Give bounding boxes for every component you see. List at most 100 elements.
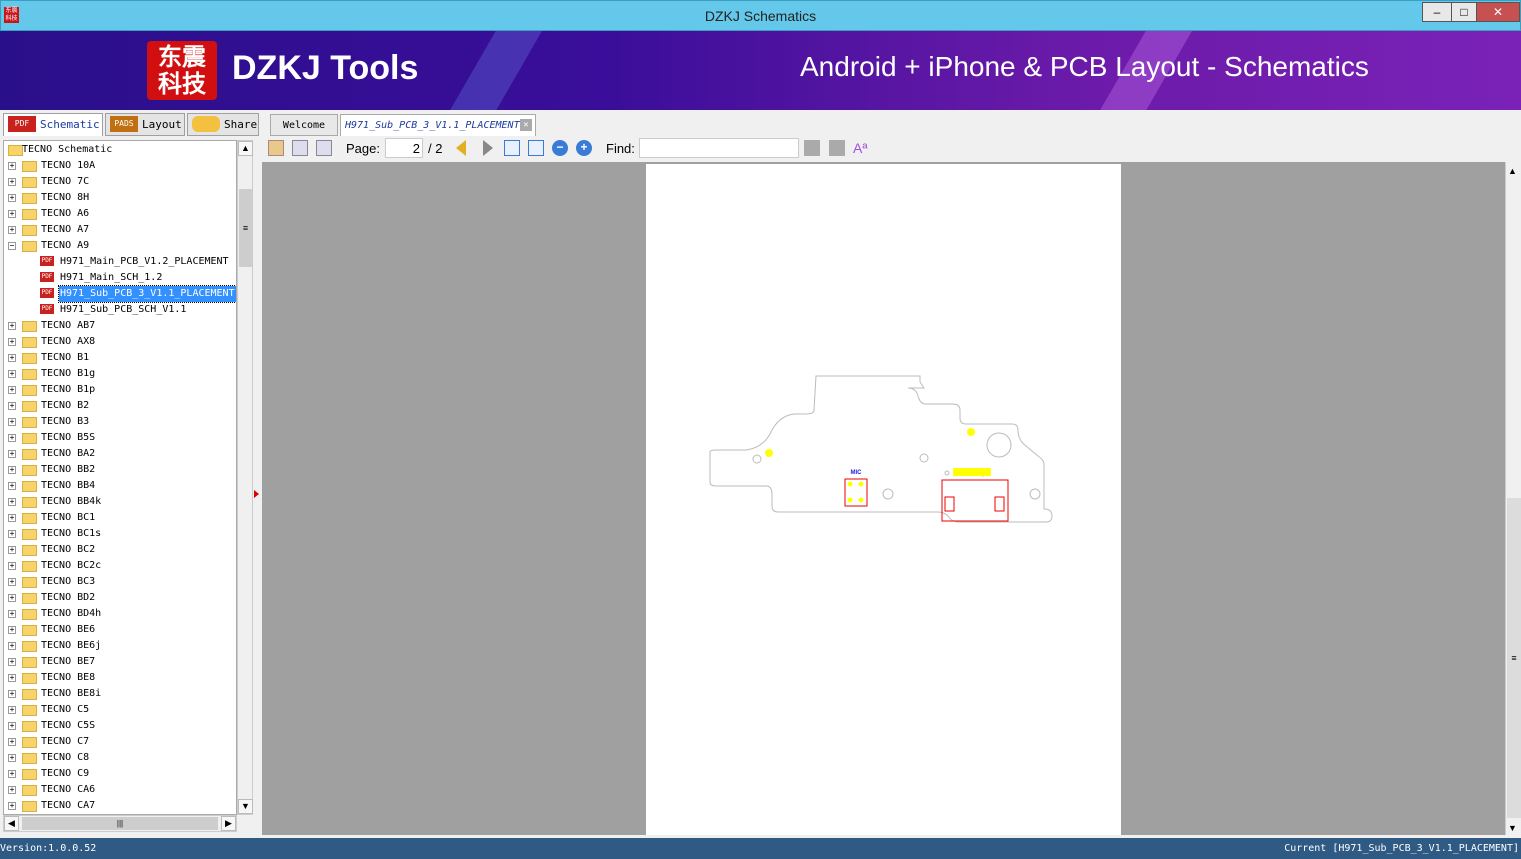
expand-icon[interactable]: + [8,450,16,458]
tree-item[interactable]: + TECNO BE6j [4,638,236,654]
tree-item[interactable]: + TECNO C7 [4,734,236,750]
tree-item[interactable]: + TECNO B3 [4,414,236,430]
expand-icon[interactable]: + [8,210,16,218]
expand-icon[interactable]: + [8,722,16,730]
open-file-icon[interactable] [268,140,284,156]
previous-page-icon[interactable] [456,140,466,156]
minimize-button[interactable]: – [1422,2,1452,22]
close-button[interactable]: ✕ [1476,2,1520,22]
expand-icon[interactable]: + [8,530,16,538]
tree-item[interactable]: + TECNO 10A [4,158,236,174]
fit-width-icon[interactable] [504,140,520,156]
scroll-up-button[interactable]: ▲ [1508,166,1517,176]
tree-item[interactable]: + TECNO BC2 [4,542,236,558]
expand-icon[interactable]: + [8,802,16,810]
expand-icon[interactable]: + [8,418,16,426]
tree-item[interactable]: + TECNO BD2 [4,590,236,606]
expand-icon[interactable]: + [8,338,16,346]
expand-icon[interactable]: + [8,370,16,378]
fit-page-icon[interactable] [528,140,544,156]
expand-icon[interactable]: + [8,194,16,202]
expand-icon[interactable]: + [8,706,16,714]
tree-item[interactable]: − TECNO A9 [4,238,236,254]
next-page-icon[interactable] [483,140,493,156]
scroll-right-button[interactable]: ▶ [221,816,236,831]
tree-item[interactable]: + TECNO C5 [4,702,236,718]
expand-icon[interactable]: + [8,402,16,410]
expand-icon[interactable]: + [8,738,16,746]
tree-item[interactable]: + TECNO B5S [4,430,236,446]
viewer-vertical-scrollbar[interactable]: ▲ ≡ ▼ [1505,162,1521,835]
find-next-icon[interactable] [829,140,845,156]
zoom-out-icon[interactable]: − [552,140,568,156]
tree-item[interactable]: + TECNO BB2 [4,462,236,478]
tree-item[interactable]: + TECNO BC1 [4,510,236,526]
tree-item[interactable]: + TECNO B2 [4,398,236,414]
collapse-icon[interactable]: − [8,242,16,250]
expand-icon[interactable]: + [8,754,16,762]
tree-horizontal-scrollbar[interactable]: ◀ ||| ▶ [3,815,237,832]
highlight-text-icon[interactable]: Aª [853,140,869,156]
tree-item[interactable]: + TECNO 7C [4,174,236,190]
expand-icon[interactable]: + [8,466,16,474]
expand-icon[interactable]: + [8,578,16,586]
expand-icon[interactable]: + [8,434,16,442]
scroll-thumb[interactable]: ≡ [239,189,252,267]
tree-item[interactable]: + TECNO BE8i [4,686,236,702]
expand-icon[interactable]: + [8,594,16,602]
tree-item[interactable]: + TECNO C5S [4,718,236,734]
tree-item[interactable]: + TECNO AB7 [4,318,236,334]
expand-icon[interactable]: + [8,226,16,234]
scroll-thumb[interactable]: ||| [22,817,218,830]
expand-icon[interactable]: + [8,178,16,186]
tree-file-item[interactable]: PDF H971_Sub_PCB_SCH_V1.1 [4,302,236,318]
tree-item[interactable]: + TECNO CA6 [4,782,236,798]
tree-item[interactable]: + TECNO B1p [4,382,236,398]
expand-icon[interactable]: + [8,482,16,490]
tab-schematic[interactable]: PDF Schematic [3,113,103,136]
scroll-thumb[interactable]: ≡ [1507,498,1521,818]
tree-item[interactable]: + TECNO BE6 [4,622,236,638]
tree-item[interactable]: + TECNO A6 [4,206,236,222]
tree-item[interactable]: + TECNO B1 [4,350,236,366]
tree-item[interactable]: + TECNO BE7 [4,654,236,670]
expand-icon[interactable]: + [8,674,16,682]
find-input[interactable] [639,138,799,158]
expand-icon[interactable]: + [8,162,16,170]
tab-document[interactable]: H971_Sub_PCB_3_V1.1_PLACEMENT ✕ [340,114,536,136]
tree-item[interactable]: + TECNO C9 [4,766,236,782]
expand-icon[interactable]: + [8,690,16,698]
tree-file-item[interactable]: PDF H971_Sub_PCB_3_V1.1_PLACEMENT [4,285,236,303]
page-input[interactable] [385,138,423,158]
tree-item[interactable]: + TECNO BA2 [4,446,236,462]
tree-item[interactable]: + TECNO AX8 [4,334,236,350]
zoom-in-icon[interactable]: + [576,140,592,156]
tree-item[interactable]: + TECNO BC2c [4,558,236,574]
expand-icon[interactable]: + [8,642,16,650]
tree-vertical-scrollbar[interactable]: ▲ ≡ ▼ [237,140,253,815]
expand-icon[interactable]: + [8,498,16,506]
expand-icon[interactable]: + [8,610,16,618]
tab-layout[interactable]: PADS Layout [105,113,185,136]
expand-icon[interactable]: + [8,546,16,554]
tree-item[interactable]: + TECNO BE8 [4,670,236,686]
maximize-button[interactable]: □ [1451,2,1477,22]
tree-item[interactable]: + TECNO BB4 [4,478,236,494]
tab-share[interactable]: Share [187,113,259,136]
tree-item[interactable]: + TECNO CA7 [4,798,236,814]
scroll-left-button[interactable]: ◀ [4,816,19,831]
expand-icon[interactable]: + [8,322,16,330]
expand-icon[interactable]: + [8,626,16,634]
paste-page-icon[interactable] [316,140,332,156]
document-viewer[interactable]: MIC [262,162,1505,835]
copy-page-icon[interactable] [292,140,308,156]
expand-icon[interactable]: + [8,386,16,394]
expand-icon[interactable]: + [8,354,16,362]
tree-item[interactable]: + TECNO A7 [4,222,236,238]
expand-icon[interactable]: + [8,770,16,778]
expand-icon[interactable]: + [8,562,16,570]
tree-item[interactable]: + TECNO BB4k [4,494,236,510]
find-previous-icon[interactable] [804,140,820,156]
tree-file-item[interactable]: PDF H971_Main_SCH_1.2 [4,270,236,286]
tab-welcome[interactable]: Welcome [270,114,338,136]
